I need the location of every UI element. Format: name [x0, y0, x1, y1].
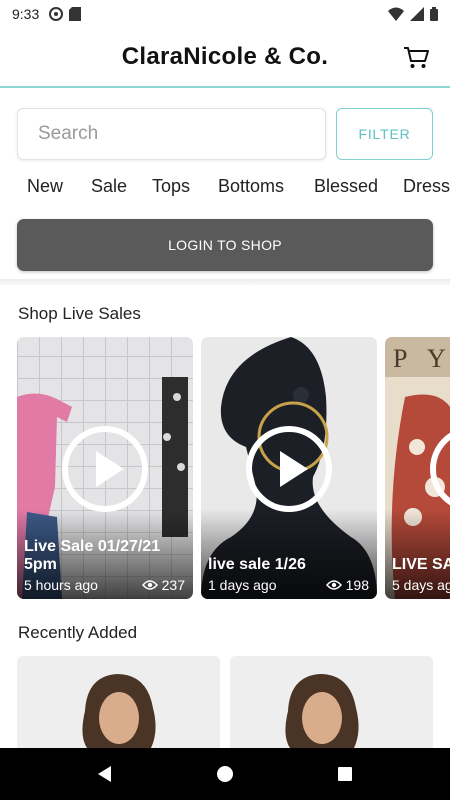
- category-tab-tops[interactable]: Tops: [152, 176, 190, 197]
- status-time: 9:33: [12, 6, 40, 22]
- category-tab-bottoms[interactable]: Bottoms: [218, 176, 284, 197]
- live-sale-time: 5 days ago: [392, 577, 450, 593]
- live-sale-card[interactable]: live sale 1/26 1 days ago 198: [201, 337, 377, 599]
- category-tab-sale[interactable]: Sale: [91, 176, 127, 197]
- product-card[interactable]: [230, 656, 433, 748]
- play-icon[interactable]: [61, 425, 149, 513]
- signal-icon: [410, 7, 424, 21]
- status-bar: 9:33: [0, 0, 450, 28]
- live-sale-card[interactable]: P Y LIVE SALE 5 days ago: [385, 337, 450, 599]
- filter-button[interactable]: FILTER: [336, 108, 433, 160]
- svg-text:Y: Y: [427, 344, 446, 373]
- live-sale-card[interactable]: Live Sale 01/27/21 5pm 5 hours ago 237: [17, 337, 193, 599]
- live-sales-title: Shop Live Sales: [18, 304, 141, 323]
- wifi-icon: [388, 7, 404, 21]
- app-header: ClaraNicole & Co.: [0, 28, 450, 88]
- live-sale-time: 5 hours ago: [24, 577, 98, 593]
- at-sign-icon: [49, 7, 64, 21]
- eye-icon: [325, 580, 342, 590]
- recents-icon[interactable]: [335, 764, 355, 784]
- eye-icon: [141, 580, 158, 590]
- view-count-value: 198: [345, 577, 369, 593]
- category-tab-dresses[interactable]: Dresses: [403, 176, 450, 197]
- product-card[interactable]: [17, 656, 220, 748]
- live-sale-title: LIVE SALE: [392, 556, 450, 573]
- view-count: 198: [325, 577, 369, 593]
- live-sale-title: live sale 1/26: [208, 556, 306, 573]
- product-image: [17, 656, 220, 748]
- cart-icon[interactable]: [402, 43, 430, 71]
- category-tab-new[interactable]: New: [27, 176, 63, 197]
- category-tab-blessed[interactable]: Blessed: [314, 176, 378, 197]
- system-nav-bar: [0, 748, 450, 800]
- home-icon[interactable]: [215, 764, 235, 784]
- recently-added-title: Recently Added: [18, 623, 138, 642]
- app-title: ClaraNicole & Co.: [121, 43, 329, 70]
- play-icon[interactable]: [245, 425, 333, 513]
- product-image: [230, 656, 433, 748]
- play-icon[interactable]: [429, 425, 450, 513]
- search-input[interactable]: [17, 108, 326, 160]
- sd-card-icon: [69, 7, 82, 21]
- view-count: 237: [141, 577, 185, 593]
- section-divider: [0, 279, 450, 285]
- live-sale-title: Live Sale 01/27/21 5pm: [24, 538, 161, 573]
- search-row: FILTER: [17, 108, 433, 160]
- battery-icon: [430, 7, 438, 21]
- view-count-value: 237: [161, 577, 185, 593]
- back-icon[interactable]: [95, 764, 115, 784]
- category-tabs: New Sale Tops Bottoms Blessed Dresses: [0, 176, 450, 202]
- live-sale-time: 1 days ago: [208, 577, 277, 593]
- svg-text:P: P: [393, 344, 407, 373]
- login-to-shop-button[interactable]: LOGIN TO SHOP: [17, 219, 433, 271]
